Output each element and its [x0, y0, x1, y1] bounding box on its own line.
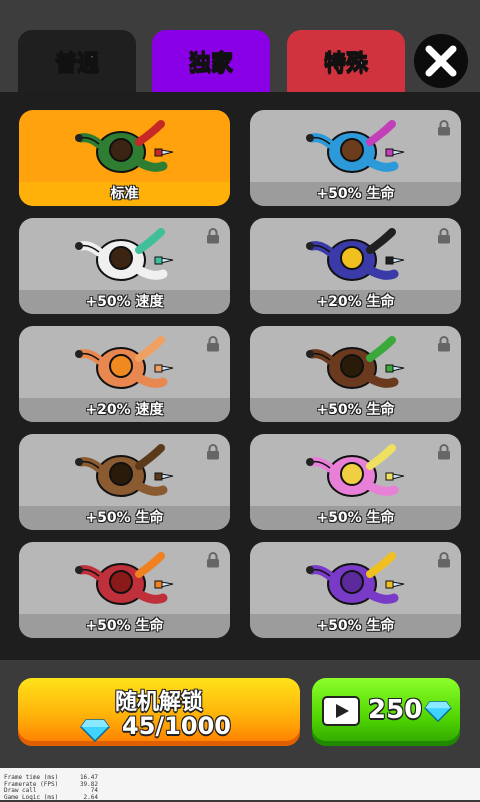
character-icon	[306, 120, 405, 173]
character-icon	[306, 336, 405, 389]
skin-card[interactable]: +20% 生命	[250, 218, 461, 314]
lock-icon	[207, 444, 219, 460]
random-unlock-button[interactable]: 随机解锁 45/1000	[18, 678, 300, 746]
lock-icon	[438, 336, 450, 352]
skin-bonus-label: +50% 生命	[316, 618, 395, 634]
skin-card[interactable]: +50% 生命	[250, 542, 461, 638]
skin-bonus-label: +50% 生命	[85, 618, 164, 634]
lock-icon	[207, 552, 219, 568]
skin-bonus-label: +50% 速度	[85, 294, 164, 310]
video-play-icon	[322, 696, 360, 726]
close-x-icon	[425, 45, 457, 77]
unlock-progress: 45/1000	[122, 712, 231, 740]
character-icon	[306, 228, 405, 281]
debug-stats: Frame time (ms) 16.47 Framerate (FPS) 39.82…	[0, 768, 480, 800]
character-icon	[75, 336, 174, 389]
skin-card[interactable]: 标准	[19, 110, 230, 206]
tab-normal[interactable]: 普通	[18, 30, 136, 92]
skin-bonus-label: +20% 速度	[85, 402, 164, 418]
skin-bonus-label: 标准	[110, 186, 139, 202]
skin-bonus-label: +50% 生命	[316, 402, 395, 418]
debug-row: Game Logic (ms) 2.64	[4, 793, 104, 802]
gem-icon	[80, 719, 110, 742]
character-icon	[75, 444, 174, 497]
skin-card[interactable]: +50% 速度	[19, 218, 230, 314]
close-button[interactable]	[414, 34, 468, 88]
skin-card[interactable]: +50% 生命	[250, 434, 461, 530]
lock-icon	[438, 552, 450, 568]
skin-card[interactable]: +50% 生命	[19, 542, 230, 638]
skin-bonus-label: +50% 生命	[316, 186, 395, 202]
reward-amount: 250	[368, 695, 423, 725]
debug-value: 2.64	[83, 793, 98, 801]
skin-card[interactable]: +50% 生命	[19, 434, 230, 530]
skin-card[interactable]: +20% 速度	[19, 326, 230, 422]
tab-special[interactable]: 特殊	[287, 30, 405, 92]
debug-label: Game Logic (ms)	[4, 793, 59, 801]
lock-icon	[438, 444, 450, 460]
skin-card[interactable]: +50% 生命	[250, 326, 461, 422]
character-icon	[75, 120, 174, 173]
watch-video-button[interactable]: 250	[312, 678, 460, 746]
character-icon	[75, 552, 174, 605]
skin-card[interactable]: +50% 生命	[250, 110, 461, 206]
gem-icon	[424, 701, 452, 722]
skin-grid: 标准 +50% 生命 +50% 速度 +20% 生命 +20% 速度 +50% 生命 +50…	[0, 92, 480, 660]
character-icon	[75, 228, 174, 281]
lock-icon	[207, 336, 219, 352]
character-icon	[306, 552, 405, 605]
tab-exclusive[interactable]: 独家	[152, 30, 270, 92]
top-bar: 普通 独家 特殊	[0, 0, 480, 92]
character-icon	[306, 444, 405, 497]
lock-icon	[438, 120, 450, 136]
lock-icon	[438, 228, 450, 244]
skin-bonus-label: +20% 生命	[316, 294, 395, 310]
lock-icon	[207, 228, 219, 244]
skin-bonus-label: +50% 生命	[316, 510, 395, 526]
skin-bonus-label: +50% 生命	[85, 510, 164, 526]
